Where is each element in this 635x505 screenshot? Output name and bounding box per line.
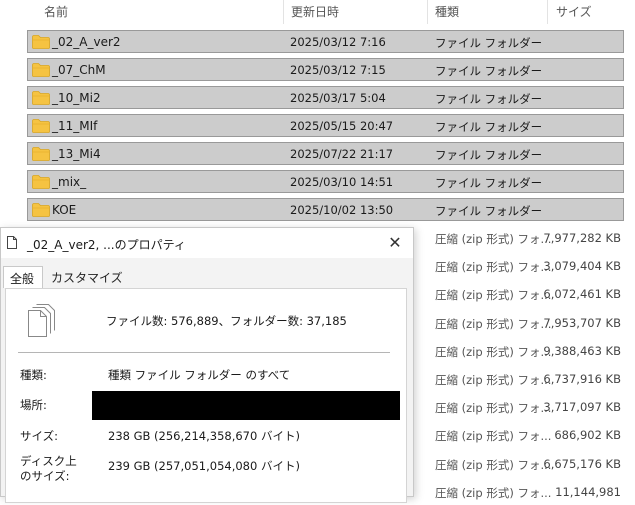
zip-type: 圧縮 (zip 形式) フォ... [435,373,552,387]
folder-row[interactable]: KOE 2025/10/02 13:50 ファイル フォルダー [27,198,624,221]
folder-type: ファイル フォルダー [435,148,543,162]
folder-icon [32,35,50,49]
folder-name[interactable]: _11_MIf [52,119,97,133]
column-type[interactable]: 種類 [435,3,459,20]
folder-row[interactable]: _13_Mi4 2025/07/22 21:17 ファイル フォルダー [27,142,624,165]
zip-size: 3,079,404 KB [543,259,621,274]
zip-row[interactable]: 圧縮 (zip 形式) フォ... 6,072,461 KB [420,287,635,307]
close-icon[interactable]: ✕ [383,231,407,255]
zip-type: 圧縮 (zip 形式) フォ... [435,232,552,246]
zip-row[interactable]: 圧縮 (zip 形式) フォ... 686,902 KB [420,428,635,448]
folder-modified: 2025/03/12 7:15 [290,63,386,77]
zip-type: 圧縮 (zip 形式) フォ... [435,429,552,444]
disk-size-label-line2: のサイズ: [20,469,70,483]
folder-name[interactable]: _mix_ [52,175,86,189]
zip-type: 圧縮 (zip 形式) フォ... [435,485,552,500]
type-label: 種類: [20,368,47,382]
folder-type: ファイル フォルダー [435,36,543,50]
folder-row[interactable]: _11_MIf 2025/05/15 20:47 ファイル フォルダー [27,114,624,137]
general-panel: ファイル数: 576,889、フォルダー数: 37,185 種類: 種類 ファイ… [5,288,407,503]
folder-modified: 2025/03/10 14:51 [290,175,394,189]
zip-row[interactable]: 圧縮 (zip 形式) フォ... 3,079,404 KB [420,259,635,279]
zip-row[interactable]: 圧縮 (zip 形式) フォ... 11,144,981 [420,485,635,505]
zip-size: 3,717,097 KB [543,400,621,415]
folder-row[interactable]: _10_Mi2 2025/03/17 5:04 ファイル フォルダー [27,86,624,109]
folder-icon [32,175,50,189]
zip-row[interactable]: 圧縮 (zip 形式) フォ... 6,737,916 KB [420,372,635,392]
zip-row[interactable]: 圧縮 (zip 形式) フォ... 3,717,097 KB [420,400,635,420]
dialog-title-bar[interactable]: _02_A_ver2, ...のプロパティ ✕ [1,228,413,258]
folder-modified: 2025/05/15 20:47 [290,119,394,133]
zip-size: 9,388,463 KB [543,343,621,358]
folder-modified: 2025/03/17 5:04 [290,91,386,105]
document-icon [7,236,17,249]
dialog-title: _02_A_ver2, ...のプロパティ [27,238,186,252]
multi-document-icon [28,304,55,337]
column-header: ^ 名前 更新日時 種類 サイズ [0,0,635,24]
disk-size-value: 239 GB (257,051,054,080 バイト) [108,459,300,473]
folder-modified: 2025/10/02 13:50 [290,203,394,217]
folder-type: ファイル フォルダー [435,64,543,78]
folder-icon [32,91,50,105]
column-separator[interactable] [547,0,548,24]
folder-name[interactable]: KOE [52,203,76,217]
folder-icon [32,203,50,217]
folder-row[interactable]: _mix_ 2025/03/10 14:51 ファイル フォルダー [27,170,624,193]
zip-size: 7,953,707 KB [543,315,621,330]
zip-type: 圧縮 (zip 形式) フォ... [435,344,552,359]
zip-row[interactable]: 圧縮 (zip 形式) フォ... 7,977,282 KB [420,231,635,251]
folder-icon [32,147,50,161]
size-label: サイズ: [20,429,59,443]
disk-size-label-line1: ディスク上 [20,454,77,468]
divider [18,352,390,353]
folder-name[interactable]: _13_Mi4 [52,147,101,161]
zip-size: 6,737,916 KB [543,372,621,386]
zip-size: 6,072,461 KB [543,287,621,302]
zip-type: 圧縮 (zip 形式) フォ... [435,457,552,472]
type-value: 種類 ファイル フォルダー のすべて [108,368,291,382]
folder-name[interactable]: _02_A_ver2 [52,35,121,49]
folder-type: ファイル フォルダー [435,204,543,218]
folder-modified: 2025/03/12 7:16 [290,35,386,49]
zip-size: 6,675,176 KB [543,456,621,471]
zip-row[interactable]: 圧縮 (zip 形式) フォ... 6,675,176 KB [420,457,635,477]
properties-dialog: _02_A_ver2, ...のプロパティ ✕ 全般 カスタマイズ ファイル数:… [0,227,414,503]
folder-name[interactable]: _07_ChM [52,63,106,77]
zip-size: 11,144,981 [555,484,621,499]
zip-size: 7,977,282 KB [543,231,621,245]
column-separator[interactable] [283,0,284,24]
location-redacted [92,391,400,420]
tab-customize[interactable]: カスタマイズ [45,266,127,288]
folder-row[interactable]: _02_A_ver2 2025/03/12 7:16 ファイル フォルダー [27,30,624,53]
zip-type: 圧縮 (zip 形式) フォ... [435,401,552,416]
zip-type: 圧縮 (zip 形式) フォ... [435,260,552,275]
tab-general[interactable]: 全般 [3,266,43,288]
zip-row[interactable]: 圧縮 (zip 形式) フォ... 7,953,707 KB [420,316,635,336]
column-size[interactable]: サイズ [556,3,592,20]
location-label: 場所: [20,398,47,412]
zip-size: 686,902 KB [554,428,621,443]
column-modified[interactable]: 更新日時 [291,3,339,20]
column-name[interactable]: 名前 [44,3,68,20]
folder-type: ファイル フォルダー [435,92,543,106]
folder-type: ファイル フォルダー [435,120,543,134]
folder-icon [32,119,50,133]
size-value: 238 GB (256,214,358,670 バイト) [108,429,300,443]
folder-type: ファイル フォルダー [435,176,543,190]
sort-caret-icon: ^ [154,0,162,5]
zip-type: 圧縮 (zip 形式) フォ... [435,316,552,331]
folder-icon [32,63,50,77]
folder-row[interactable]: _07_ChM 2025/03/12 7:15 ファイル フォルダー [27,58,624,81]
folder-modified: 2025/07/22 21:17 [290,147,394,161]
column-separator[interactable] [427,0,428,24]
folder-name[interactable]: _10_Mi2 [52,91,101,105]
zip-row[interactable]: 圧縮 (zip 形式) フォ... 9,388,463 KB [420,344,635,364]
file-count-summary: ファイル数: 576,889、フォルダー数: 37,185 [106,314,347,328]
zip-type: 圧縮 (zip 形式) フォ... [435,288,552,303]
